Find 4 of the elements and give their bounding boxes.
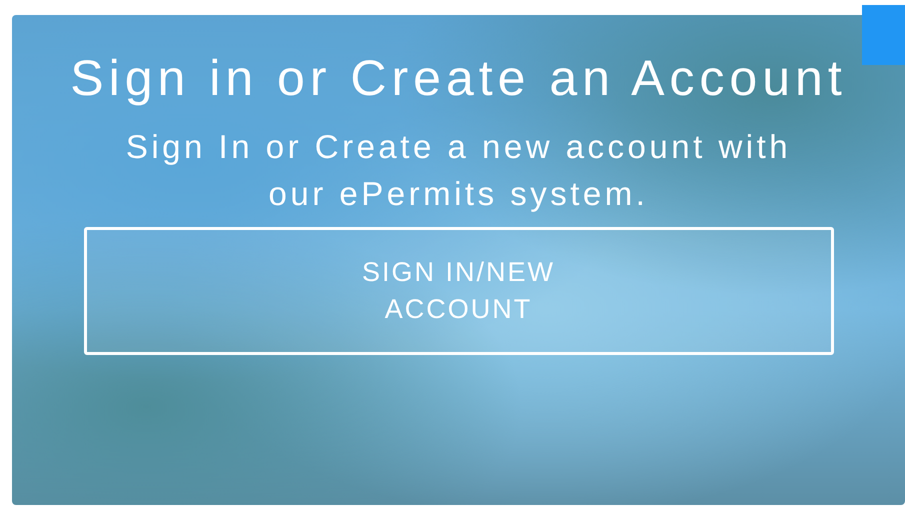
side-panel-tab[interactable] [862, 5, 905, 65]
sign-in-button[interactable]: SIGN IN/NEW ACCOUNT [84, 227, 834, 355]
card-title: Sign in or Create an Account [69, 51, 848, 105]
card-description: Sign In or Create a new account with our ePermits system. [124, 127, 792, 214]
